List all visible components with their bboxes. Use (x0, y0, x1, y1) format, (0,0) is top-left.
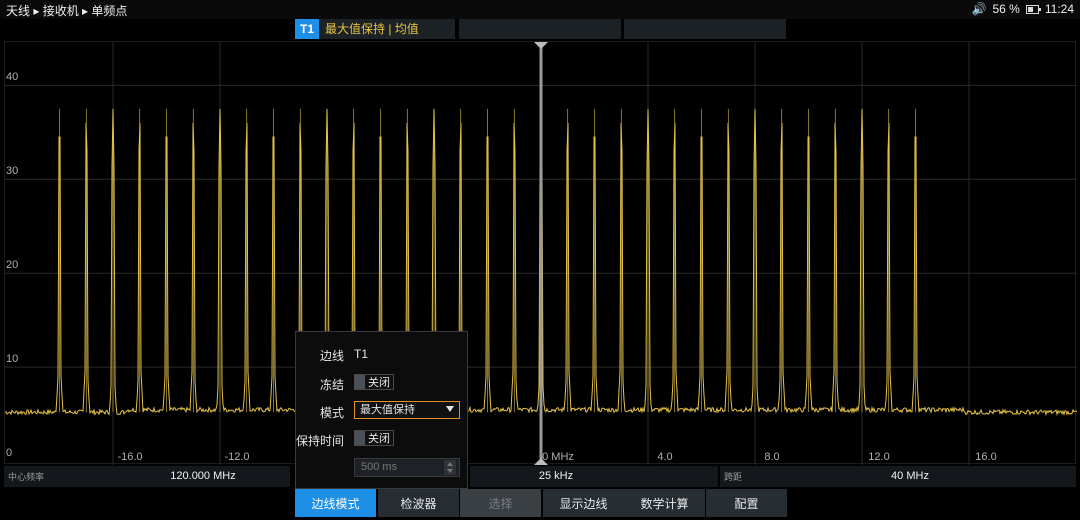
trace-label: 边线 (319, 349, 344, 363)
softkey-select: 选择 (460, 489, 541, 517)
y-tick-label: 0 (6, 447, 13, 459)
trace-value: T1 (354, 347, 369, 361)
mode-label: 模式 (319, 406, 344, 420)
rbw-value: 25 kHz (538, 470, 574, 482)
status-area: 🔊 56 % 11:24 (972, 2, 1074, 16)
x-tick-label: 8.0 (764, 451, 780, 463)
center-marker-line[interactable] (539, 42, 543, 465)
freeze-label: 冻结 (319, 378, 344, 392)
mode-select[interactable]: 最大值保持 (354, 401, 460, 419)
center-freq-value: 120.000 MHz (170, 470, 236, 482)
top-bar: 天线 ▸ 接收机 ▸ 单频点 🔊 56 % 11:24 (0, 0, 1080, 19)
spectrum-plot[interactable] (4, 41, 1077, 465)
span-label: 跨距 (724, 472, 743, 482)
x-tick-label: -16.0 (117, 451, 143, 463)
x-tick-label: 4.0 (657, 451, 673, 463)
rbw-box[interactable] (470, 466, 718, 487)
y-tick-label: 10 (6, 353, 19, 366)
trace-tag[interactable]: T1 (295, 19, 319, 39)
hold-toggle[interactable]: 关闭 (354, 430, 394, 446)
trace-slot-2[interactable] (459, 19, 621, 39)
softkey-config[interactable]: 配置 (706, 489, 787, 517)
y-tick-label: 30 (6, 165, 19, 178)
softkey-detector[interactable]: 检波器 (378, 489, 459, 517)
trace-settings-panel: 边线 T1 冻结 关闭 模式 最大值保持 保持时间 关闭 500 ms (295, 331, 468, 489)
y-tick-label: 20 (6, 259, 19, 272)
dropdown-arrow-icon (446, 406, 454, 412)
freeze-toggle[interactable]: 关闭 (354, 374, 394, 390)
softkey-math[interactable]: 数学计算 (624, 489, 705, 517)
spectrum-svg (5, 42, 1077, 465)
x-tick-label: -12.0 (224, 451, 250, 463)
battery-percent: 56 % (992, 2, 1020, 16)
mode-select-value: 最大值保持 (360, 404, 415, 416)
center-freq-box[interactable] (4, 466, 290, 487)
softkey-show-trace[interactable]: 显示边线 (543, 489, 624, 517)
x-tick-label: 16.0 (975, 451, 997, 463)
softkey-trace-mode[interactable]: 边线模式 (295, 489, 376, 517)
freeze-toggle-label: 关闭 (368, 377, 390, 389)
x-tick-label: 12.0 (868, 451, 890, 463)
speaker-icon[interactable]: 🔊 (972, 2, 987, 16)
stepper-icon (444, 460, 456, 475)
hold-time-input: 500 ms (354, 458, 460, 477)
span-value: 40 MHz (891, 470, 929, 482)
breadcrumb[interactable]: 天线 ▸ 接收机 ▸ 单频点 (6, 2, 127, 19)
center-marker-handle[interactable] (534, 42, 548, 49)
trace-slot-3[interactable] (624, 19, 786, 39)
hold-time-value: 500 ms (361, 461, 398, 473)
y-tick-label: 40 (6, 71, 19, 84)
battery-icon (1025, 5, 1041, 14)
hold-toggle-label: 关闭 (368, 433, 390, 445)
hold-label: 保持时间 (296, 434, 345, 448)
clock: 11:24 (1044, 2, 1074, 16)
trace-mode-summary[interactable]: 最大值保持 | 均值 (319, 19, 455, 39)
x-tick-label: 0 MHz (542, 451, 574, 463)
center-freq-label: 中心频率 (8, 472, 45, 482)
